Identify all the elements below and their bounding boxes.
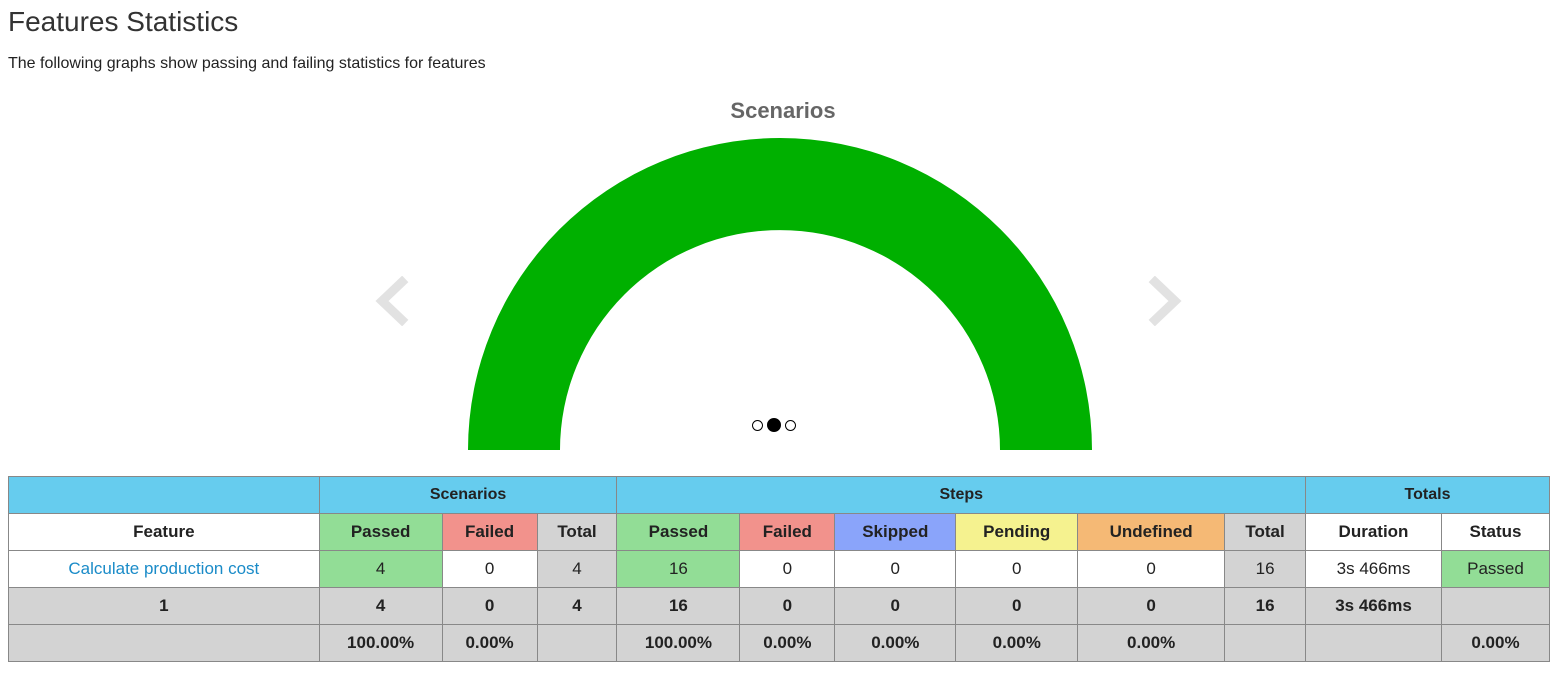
scenarios-total-cell: 4 [536, 550, 618, 588]
header-steps-pending[interactable]: Pending [955, 513, 1079, 551]
percent-steps-passed: 100.00% [616, 624, 741, 662]
percent-steps-failed: 0.00% [739, 624, 836, 662]
group-header-scenarios: Scenarios [318, 476, 618, 514]
gauge-segment-passed[interactable] [468, 138, 1092, 450]
summary-row: 1 4 0 4 16 0 0 0 0 16 3s 466ms [8, 587, 1551, 625]
header-steps-total[interactable]: Total [1224, 513, 1307, 551]
summary-steps-skipped: 0 [834, 587, 957, 625]
carousel-dot-2[interactable] [767, 418, 781, 432]
summary-steps-failed: 0 [739, 587, 836, 625]
header-steps-undefined[interactable]: Undefined [1077, 513, 1226, 551]
feature-cell: Calculate production cost [8, 550, 320, 588]
carousel-indicators [752, 418, 796, 432]
carousel-dot-3[interactable] [785, 419, 796, 431]
scenarios-failed-cell: 0 [441, 550, 538, 588]
summary-duration: 3s 466ms [1305, 587, 1442, 625]
header-duration[interactable]: Duration [1305, 513, 1442, 551]
header-feature[interactable]: Feature [8, 513, 320, 551]
percent-steps-undefined: 0.00% [1077, 624, 1226, 662]
column-header-row: Feature Passed Failed Total Passed Faile… [8, 513, 1551, 551]
percent-steps-total-empty [1224, 624, 1307, 662]
group-header-steps: Steps [616, 476, 1307, 514]
carousel-dot-1[interactable] [752, 419, 763, 431]
percentage-row: 100.00% 0.00% 100.00% 0.00% 0.00% 0.00% … [8, 624, 1551, 662]
percent-status: 0.00% [1440, 624, 1551, 662]
steps-passed-cell: 16 [616, 550, 741, 588]
percent-steps-skipped: 0.00% [834, 624, 957, 662]
scenarios-gauge-chart [468, 138, 1092, 450]
header-steps-passed[interactable]: Passed [616, 513, 741, 551]
header-scenarios-total[interactable]: Total [536, 513, 618, 551]
summary-scenarios-failed: 0 [441, 587, 538, 625]
steps-undefined-cell: 0 [1077, 550, 1226, 588]
header-steps-failed[interactable]: Failed [739, 513, 836, 551]
summary-feature-count: 1 [8, 587, 320, 625]
percent-scenarios-passed: 100.00% [318, 624, 443, 662]
percent-scenarios-total-empty [536, 624, 618, 662]
percent-scenarios-failed: 0.00% [441, 624, 538, 662]
summary-steps-total: 16 [1224, 587, 1307, 625]
percent-steps-pending: 0.00% [955, 624, 1079, 662]
chevron-left-icon [375, 275, 409, 327]
steps-pending-cell: 0 [955, 550, 1079, 588]
feature-link[interactable]: Calculate production cost [68, 559, 259, 578]
percent-duration-empty [1305, 624, 1442, 662]
carousel-prev-button[interactable] [372, 275, 412, 327]
features-statistics-page: Features Statistics The following graphs… [0, 0, 1566, 680]
group-header-empty [8, 476, 320, 514]
carousel-next-button[interactable] [1145, 275, 1185, 327]
header-status[interactable]: Status [1440, 513, 1551, 551]
summary-status [1440, 587, 1551, 625]
header-steps-skipped[interactable]: Skipped [834, 513, 957, 551]
features-stats-table: Scenarios Steps Totals Feature Passed Fa… [8, 476, 1551, 662]
steps-skipped-cell: 0 [834, 550, 957, 588]
summary-scenarios-total: 4 [536, 587, 618, 625]
group-header-row: Scenarios Steps Totals [8, 476, 1550, 514]
steps-total-cell: 16 [1224, 550, 1307, 588]
table-row: Calculate production cost 4 0 4 16 0 0 0… [8, 550, 1551, 588]
summary-steps-passed: 16 [616, 587, 741, 625]
status-cell: Passed [1440, 550, 1551, 588]
chart-carousel: Scenarios [0, 0, 1566, 470]
chevron-right-icon [1148, 275, 1182, 327]
summary-scenarios-passed: 4 [318, 587, 443, 625]
chart-title: Scenarios [730, 98, 836, 123]
summary-steps-undefined: 0 [1077, 587, 1226, 625]
group-header-totals: Totals [1305, 476, 1550, 514]
summary-steps-pending: 0 [955, 587, 1079, 625]
header-scenarios-passed[interactable]: Passed [318, 513, 443, 551]
percent-feature-empty [8, 624, 320, 662]
steps-failed-cell: 0 [739, 550, 836, 588]
header-scenarios-failed[interactable]: Failed [441, 513, 538, 551]
duration-cell: 3s 466ms [1305, 550, 1442, 588]
scenarios-passed-cell: 4 [318, 550, 443, 588]
